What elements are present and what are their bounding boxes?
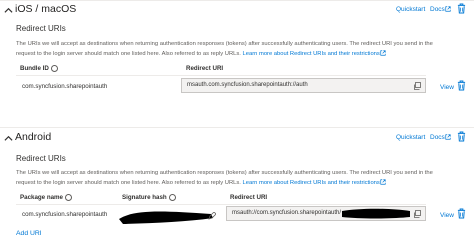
external-link-icon [380, 179, 386, 186]
android-desc-line2-wrap: request to the login server should match… [16, 178, 433, 188]
info-icon[interactable] [168, 194, 176, 201]
ios-redirect-uri-value: msauth.com.syncfusion.sharepointauth://a… [187, 82, 308, 88]
ios-col-redirect-uri: Redirect URI [186, 65, 224, 72]
ios-section-title: iOS / macOS [15, 3, 77, 15]
android-col-signature-hash: Signature hash [122, 194, 176, 201]
android-package-name-value: com.syncfusion.sharepointauth [22, 211, 108, 218]
delete-uri-icon[interactable] [457, 208, 466, 219]
android-col-package-name: Package name [20, 194, 72, 201]
chevron-up-icon[interactable] [4, 134, 13, 143]
delete-platform-icon[interactable] [457, 3, 466, 14]
android-redirect-heading: Redirect URIs [16, 154, 66, 163]
ios-desc-line2-wrap: request to the login server should match… [16, 49, 433, 59]
android-table-divider [16, 204, 426, 205]
android-docs-label: Docs [430, 134, 445, 141]
info-icon[interactable] [65, 194, 72, 201]
android-desc-line1: The URIs we will accept as destinations … [16, 170, 433, 176]
ios-learn-more-label: Learn more about Redirect URIs and their… [242, 51, 380, 57]
ios-redirect-heading: Redirect URIs [16, 24, 66, 33]
copy-icon[interactable] [413, 210, 421, 218]
ios-desc-line2: request to the login server should match… [16, 51, 241, 57]
ios-description: The URIs we will accept as destinations … [16, 39, 433, 59]
delete-uri-icon[interactable] [457, 80, 466, 91]
android-desc-line2: request to the login server should match… [16, 180, 241, 186]
ios-desc-line1: The URIs we will accept as destinations … [16, 41, 433, 47]
section-divider [0, 127, 474, 128]
android-view-link[interactable]: View [440, 212, 454, 219]
android-description: The URIs we will accept as destinations … [16, 168, 433, 188]
android-section-title: Android [15, 131, 52, 143]
ios-docs-link[interactable]: Docs [430, 6, 451, 13]
ios-learn-more-link[interactable]: Learn more about Redirect URIs and their… [242, 50, 386, 57]
ios-bundle-id-value: com.syncfusion.sharepointauth [22, 83, 108, 90]
android-learn-more-link[interactable]: Learn more about Redirect URIs and their… [242, 179, 386, 186]
android-col-signature-label: Signature hash [122, 194, 167, 202]
add-uri-link[interactable]: Add URI [16, 230, 42, 237]
info-icon[interactable] [50, 65, 58, 72]
ios-quickstart-link[interactable]: Quickstart [396, 6, 425, 13]
ios-table-divider [16, 75, 426, 76]
android-redirect-uri-value: msauth://com.syncfusion.sharepointauth/ [232, 210, 342, 216]
delete-platform-icon[interactable] [457, 131, 466, 142]
redirect-uri-redaction [342, 208, 410, 219]
android-learn-more-label: Learn more about Redirect URIs and their… [242, 180, 380, 186]
ios-redirect-uri-field[interactable]: msauth.com.syncfusion.sharepointauth://a… [181, 78, 426, 93]
top-divider [0, 0, 474, 1]
android-docs-link[interactable]: Docs [430, 134, 451, 141]
android-quickstart-link[interactable]: Quickstart [396, 134, 425, 141]
android-col-redirect-uri: Redirect URI [230, 194, 268, 201]
external-link-icon [445, 134, 451, 140]
android-col-package-label: Package name [20, 194, 63, 202]
edit-icon[interactable] [208, 212, 216, 220]
signature-hash-redaction [119, 211, 213, 224]
chevron-up-icon[interactable] [4, 6, 13, 15]
ios-col-bundle-label: Bundle ID [20, 65, 49, 73]
ios-col-bundle-id: Bundle ID [20, 65, 58, 72]
ios-view-link[interactable]: View [440, 84, 454, 91]
external-link-icon [380, 50, 386, 57]
copy-icon[interactable] [413, 82, 421, 90]
ios-docs-label: Docs [430, 6, 445, 13]
external-link-icon [445, 6, 451, 12]
